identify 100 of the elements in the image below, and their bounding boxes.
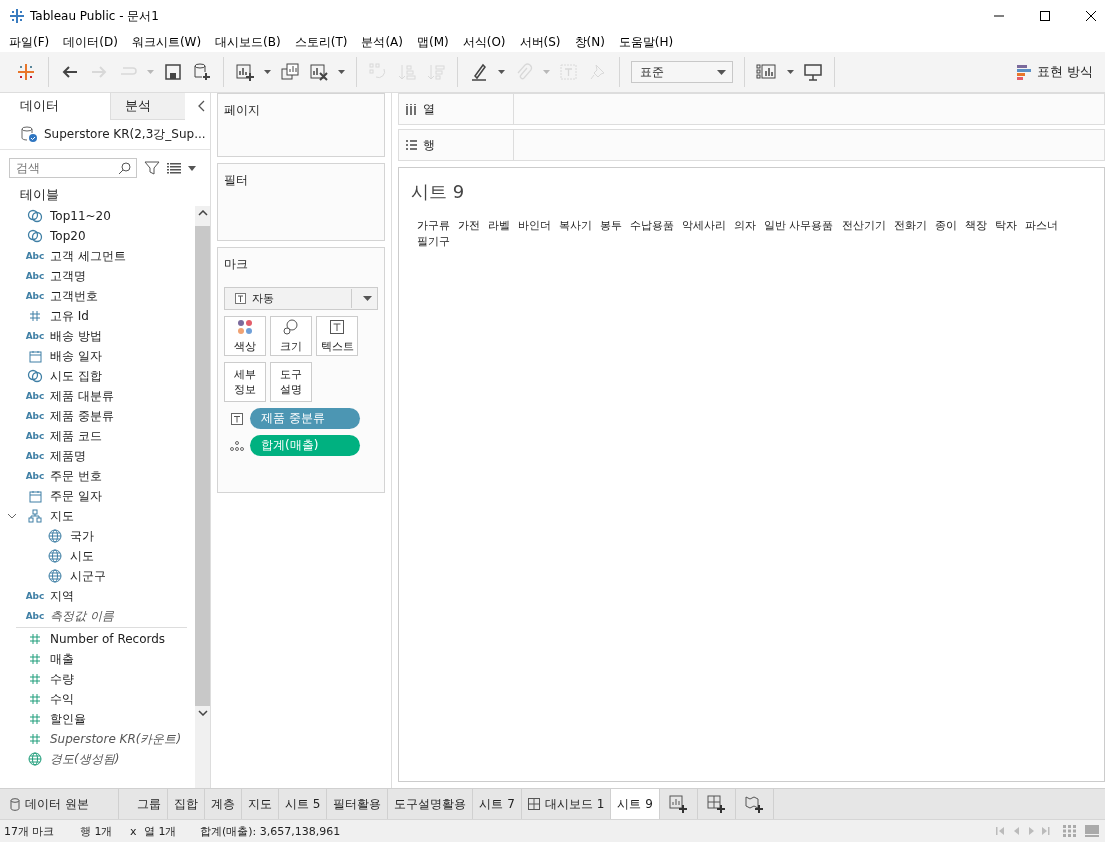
calendar-icon — [28, 349, 42, 363]
field-name[interactable]: 지역 — [48, 587, 74, 605]
database-icon — [10, 797, 20, 811]
dropdown-caret-icon[interactable] — [498, 70, 505, 74]
pane-tab[interactable]: 분석 — [110, 92, 185, 120]
detail-button[interactable]: 세부 정보 — [224, 362, 266, 402]
field-name[interactable]: 제품 코드 — [48, 427, 102, 445]
maximize-icon[interactable] — [1039, 10, 1051, 22]
color-dots-icon — [237, 318, 253, 335]
field-name[interactable]: 시도 집합 — [48, 367, 102, 385]
field-name[interactable]: 고객번호 — [48, 287, 98, 305]
show-me-button[interactable]: 표현 방식 — [1016, 63, 1093, 81]
detail-dots-icon — [230, 440, 244, 451]
search-field[interactable]: 검색 — [9, 158, 137, 178]
field-name[interactable]: 주문 번호 — [48, 467, 102, 485]
card-title: 페이지 — [224, 102, 261, 119]
field-name[interactable]: 국가 — [68, 527, 94, 545]
menu-item[interactable]: 맵(M) — [417, 33, 449, 51]
mark-count: 17개 마크 — [3, 823, 56, 839]
new-story-icon[interactable] — [744, 794, 764, 814]
field-name[interactable]: 배송 방법 — [48, 327, 102, 345]
field-name[interactable]: Superstore KR(카운트) — [48, 730, 182, 748]
menu-item[interactable]: 스토리(T) — [294, 33, 348, 51]
category-label: 가전 — [458, 218, 480, 233]
color-button[interactable]: 색상 — [224, 316, 266, 356]
field-name[interactable]: Top20 — [48, 229, 86, 243]
category-label: 필기구 — [417, 234, 450, 249]
globe-icon — [28, 752, 42, 766]
menu-item[interactable]: 서버(S) — [519, 33, 561, 51]
scroll-up-icon[interactable] — [197, 210, 208, 216]
menu-item[interactable]: 서식(O) — [462, 33, 506, 51]
collapse-icon[interactable] — [197, 100, 205, 112]
text-mark-icon — [235, 293, 246, 304]
dropdown-caret-icon[interactable] — [264, 70, 271, 74]
scrollbar-thumb[interactable] — [195, 226, 210, 706]
field-name[interactable]: 주문 일자 — [48, 487, 102, 505]
field-name[interactable]: 고유 Id — [48, 307, 89, 325]
number-icon — [29, 653, 41, 665]
search-icon[interactable] — [118, 161, 132, 175]
close-icon[interactable] — [1085, 10, 1097, 22]
menu-item[interactable]: 도움말(H) — [618, 33, 674, 51]
category-label: 종이 — [934, 218, 957, 233]
field-name[interactable]: 측정값 이름 — [48, 607, 114, 625]
field-name[interactable]: 지도 — [48, 507, 74, 525]
field-name[interactable]: 고객 세그먼트 — [48, 247, 126, 265]
text-button[interactable]: 텍스트 — [316, 316, 358, 356]
field-name[interactable]: 제품 중분류 — [48, 407, 114, 425]
field-name[interactable]: 배송 일자 — [48, 347, 102, 365]
dropdown-caret-icon[interactable] — [338, 70, 345, 74]
dropdown-caret-icon[interactable] — [188, 165, 196, 171]
tableau-logo-icon[interactable] — [16, 62, 36, 82]
chart-layout-icon[interactable] — [756, 62, 778, 82]
sheet-tab[interactable]: 시트 9 — [611, 789, 660, 819]
presentation-icon[interactable] — [803, 62, 823, 82]
list-view-icon[interactable] — [167, 162, 181, 174]
field-name[interactable]: 고객명 — [48, 267, 86, 285]
field-name[interactable]: 시도 — [68, 547, 94, 565]
data-type-label: Abc — [25, 431, 45, 441]
menu-item[interactable]: 분석(A) — [361, 33, 403, 51]
field-name[interactable]: 시군구 — [68, 567, 106, 585]
save-icon[interactable] — [163, 62, 183, 82]
menu-item[interactable]: 창(N) — [574, 33, 605, 51]
data-source-name[interactable]: Superstore KR(2,3강_Sup... — [44, 125, 206, 143]
new-worksheet-icon[interactable] — [668, 794, 688, 814]
caret-icon[interactable] — [717, 69, 726, 75]
menu-item[interactable]: 워크시트(W) — [131, 33, 202, 51]
field-name[interactable]: Top11~20 — [48, 209, 111, 223]
dropdown-caret-icon[interactable] — [787, 70, 794, 74]
menu-item[interactable]: 파일(F) — [9, 33, 50, 51]
size-button[interactable]: 크기 — [270, 316, 312, 356]
mark-type-dropdown[interactable]: 자동 — [224, 287, 378, 310]
new-dashboard-icon[interactable] — [706, 794, 726, 814]
duplicate-chart-icon[interactable] — [280, 62, 300, 82]
field-name[interactable]: Number of Records — [48, 632, 166, 646]
field-name[interactable]: 매출 — [48, 650, 74, 668]
category-label: 복사기 — [559, 218, 592, 233]
fit-dropdown[interactable]: 표준 — [631, 61, 733, 83]
field-name[interactable]: 할인율 — [48, 710, 86, 728]
tooltip-button[interactable]: 도구 설명 — [270, 362, 312, 402]
category-label: 파스너 — [1024, 218, 1058, 233]
worksheet-title[interactable]: 시트 9 — [411, 180, 1092, 204]
scroll-down-icon[interactable] — [197, 710, 208, 716]
database-plus-icon[interactable] — [192, 62, 212, 82]
menu-item[interactable]: 데이터(D) — [63, 33, 118, 51]
chart-clear-icon[interactable] — [309, 62, 329, 82]
hierarchy-icon — [28, 509, 42, 523]
number-icon — [29, 693, 41, 705]
field-name[interactable]: 수익 — [48, 690, 74, 708]
new-chart-icon[interactable] — [235, 62, 255, 82]
field-name[interactable]: 수량 — [48, 670, 74, 688]
globe-icon — [48, 549, 62, 563]
menu-item[interactable]: 대시보드(B) — [215, 33, 281, 51]
field-name[interactable]: 경도(생성됨) — [48, 750, 120, 768]
field-name[interactable]: 제품 대분류 — [48, 387, 114, 405]
filter-icon[interactable] — [144, 160, 160, 176]
columns-icon — [405, 103, 417, 115]
expand-chevron-icon[interactable] — [7, 511, 17, 521]
pen-icon[interactable] — [469, 62, 489, 82]
field-name[interactable]: 제품명 — [48, 447, 86, 465]
sum-value: 합계(매출): 3,657,138,961 — [200, 823, 342, 839]
